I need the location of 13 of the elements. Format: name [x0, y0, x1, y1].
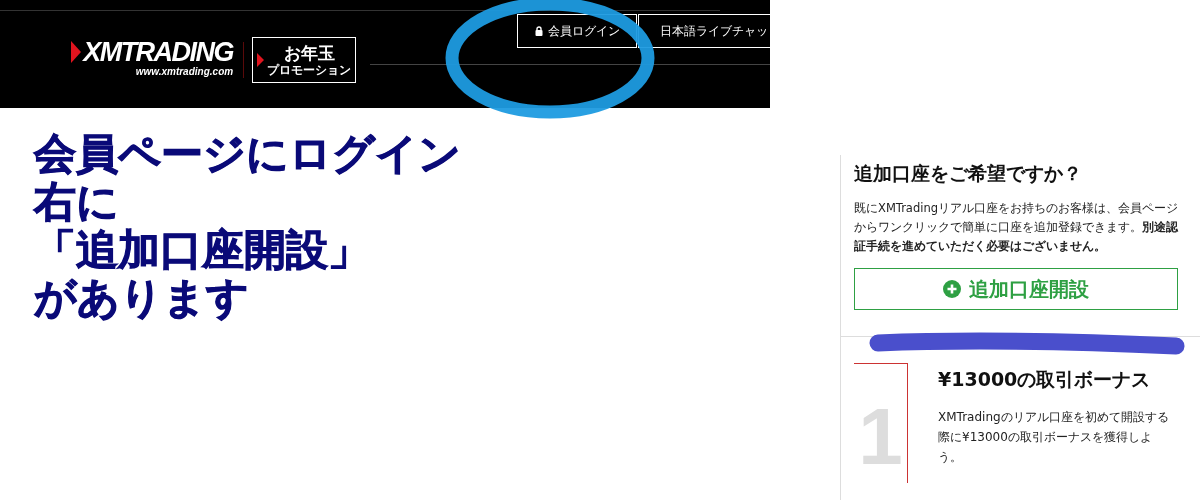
annotation-text: 右に [34, 178, 120, 226]
chat-button[interactable]: 日本語ライブチャッ [638, 14, 770, 48]
annotation-text: があります [34, 274, 250, 322]
step-text: XMTradingのリアル口座を初めて開設する際に¥13000の取引ボーナスを獲得しよう。 [938, 409, 1170, 466]
xmtrading-logo[interactable]: XMTRADING www.xmtrading.com [60, 38, 234, 77]
step-title: ¥13000の取引ボーナス [938, 367, 1152, 392]
sidebar-text: 既にXMTradingリアル口座をお持ちのお客様は、会員ページからワンクリックで簡単に口座を追加登録できます。別途認証手続を進めていただく必要はございません。 [854, 200, 1179, 255]
annotation-text: 「追加口座開設」 [34, 226, 371, 274]
annotation-text: 会員ページにログイン [34, 130, 462, 178]
promo-badge[interactable]: お年玉 プロモーション [252, 37, 356, 83]
sidebar-heading: 追加口座をご希望ですか？ [854, 161, 1083, 186]
lock-icon [534, 26, 543, 36]
plus-circle-icon [943, 280, 961, 298]
